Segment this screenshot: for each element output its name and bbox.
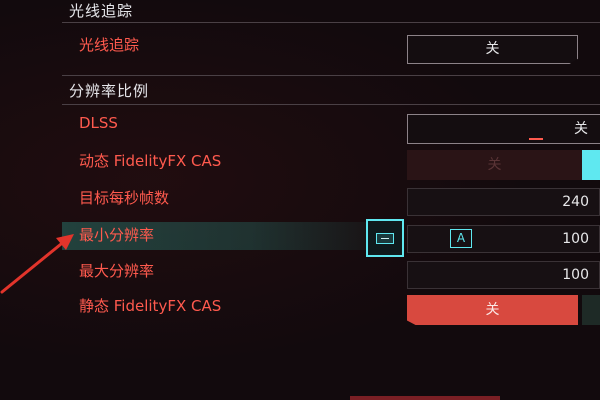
min-resolution-value: 100 <box>562 231 589 247</box>
section-title-ray-tracing: 光线追踪 <box>69 2 134 20</box>
auto-badge: A <box>450 229 472 248</box>
section-divider <box>62 22 600 23</box>
dynamic-cas-indicator <box>582 150 600 180</box>
min-resolution-label: 最小分辨率 <box>79 226 155 244</box>
max-resolution-label: 最大分辨率 <box>79 262 155 280</box>
dlss-label: DLSS <box>79 114 118 132</box>
static-cas-toggle[interactable]: 关 <box>407 295 578 325</box>
dlss-cursor-indicator <box>529 138 543 140</box>
min-resolution-field[interactable]: 100 <box>407 225 600 253</box>
red-arrow-icon <box>0 234 74 294</box>
section-divider <box>62 75 600 76</box>
section-divider <box>62 104 600 105</box>
static-cas-side-indicator <box>582 295 600 325</box>
dynamic-cas-value: 关 <box>487 157 502 173</box>
min-resolution-decrement-button[interactable] <box>366 219 404 257</box>
section-title-resolution-scaling: 分辨率比例 <box>69 82 150 100</box>
minus-button-icon <box>376 233 394 244</box>
target-fps-value: 240 <box>562 194 589 210</box>
max-resolution-field[interactable]: 100 <box>407 261 600 289</box>
minus-icon <box>381 238 389 239</box>
bottom-accent-bar <box>350 396 500 400</box>
dlss-dropdown[interactable]: 关 <box>407 114 600 144</box>
settings-screen: 光线追踪 光线追踪 关 分辨率比例 DLSS 关 动态 FidelityFX C… <box>0 0 600 400</box>
target-fps-field[interactable]: 240 <box>407 188 600 216</box>
max-resolution-value: 100 <box>562 267 589 283</box>
dlss-value: 关 <box>574 121 588 137</box>
target-fps-label: 目标每秒帧数 <box>79 189 170 207</box>
ray-tracing-toggle[interactable]: 关 <box>407 35 578 64</box>
dynamic-cas-toggle[interactable]: 关 <box>407 150 582 180</box>
ray-tracing-label: 光线追踪 <box>79 36 140 54</box>
static-cas-label: 静态 FidelityFX CAS <box>79 297 222 315</box>
ray-tracing-value: 关 <box>485 41 500 57</box>
static-cas-value: 关 <box>485 302 500 318</box>
dynamic-cas-label: 动态 FidelityFX CAS <box>79 152 222 170</box>
